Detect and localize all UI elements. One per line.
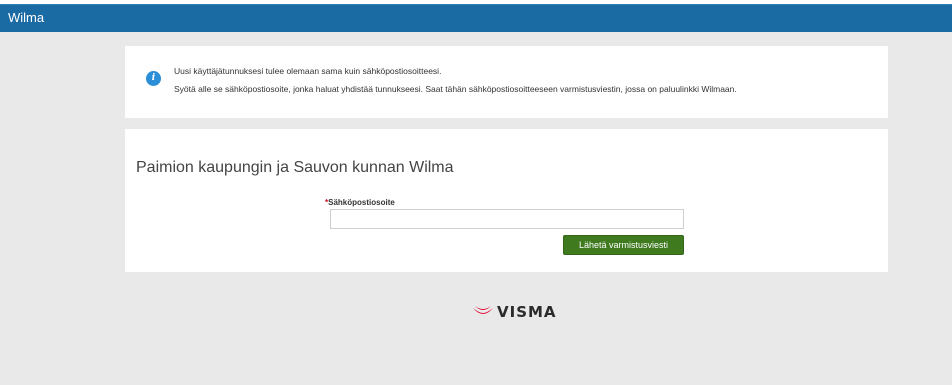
app-title[interactable]: Wilma — [8, 10, 44, 26]
email-label-text: Sähköpostiosoite — [328, 198, 395, 207]
info-text-line-1: Uusi käyttäjätunnuksesi tulee olemaan sa… — [174, 66, 442, 76]
info-icon: i — [146, 71, 161, 86]
visma-logo-icon — [473, 306, 493, 314]
page: Wilma i Uusi käyttäjätunnuksesi tulee ol… — [0, 0, 952, 385]
visma-logo: VISMA — [472, 303, 557, 321]
email-field-label: *Sähköpostiosoite — [325, 198, 395, 207]
info-panel: i Uusi käyttäjätunnuksesi tulee olemaan … — [125, 46, 888, 118]
page-title: Paimion kaupungin ja Sauvon kunnan Wilma — [136, 159, 454, 176]
email-field[interactable] — [330, 209, 684, 229]
send-verification-button[interactable]: Lähetä varmistusviesti — [563, 235, 684, 255]
top-navigation-bar: Wilma — [0, 4, 952, 32]
email-form-panel: Paimion kaupungin ja Sauvon kunnan Wilma… — [125, 129, 888, 272]
visma-logo-text: VISMA — [497, 303, 557, 321]
info-text-line-2: Syötä alle se sähköpostiosoite, jonka ha… — [174, 84, 737, 94]
